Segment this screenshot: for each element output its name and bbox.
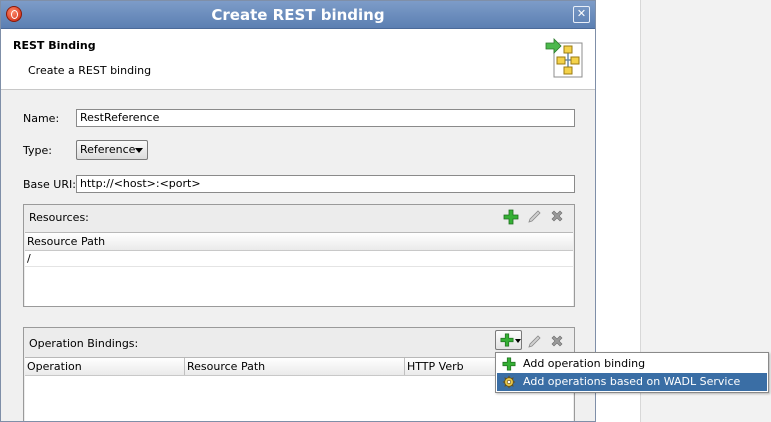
delete-operation-icon[interactable]: [549, 334, 565, 350]
name-field[interactable]: RestReference: [76, 109, 575, 127]
column-resource-path[interactable]: Resource Path: [27, 235, 105, 248]
column-resource-path[interactable]: Resource Path: [187, 360, 265, 373]
column-http-verb[interactable]: HTTP Verb: [407, 360, 464, 373]
type-label: Type:: [23, 144, 52, 157]
type-select-value: Reference: [80, 143, 136, 156]
menu-item-label: Add operation binding: [523, 357, 646, 370]
resources-title: Resources:: [29, 211, 89, 224]
wadl-service-icon: [502, 375, 516, 389]
add-operation-dropdown-button[interactable]: [495, 330, 522, 350]
edit-operation-icon[interactable]: [526, 334, 542, 350]
resources-panel: Resources: Resource Path /: [23, 204, 575, 307]
column-divider: [404, 358, 405, 375]
dialog-header: REST Binding Create a REST binding: [1, 29, 595, 90]
column-operation[interactable]: Operation: [27, 360, 82, 373]
window-title: Create REST binding: [211, 6, 385, 24]
header-subtitle: Create a REST binding: [28, 64, 152, 77]
menu-item-add-operations-wadl[interactable]: Add operations based on WADL Service: [497, 373, 767, 391]
edit-resource-icon[interactable]: [526, 209, 542, 225]
rest-binding-icon: [545, 38, 583, 78]
resources-table: Resource Path /: [25, 232, 573, 306]
title-bar[interactable]: Create REST binding ✕: [1, 1, 595, 29]
close-button[interactable]: ✕: [573, 6, 590, 23]
operation-bindings-title: Operation Bindings:: [29, 337, 139, 350]
menu-item-add-operation-binding[interactable]: Add operation binding: [497, 355, 767, 373]
operation-bindings-panel: Operation Bindings: Operation Resource P…: [23, 327, 575, 421]
add-resource-icon[interactable]: [503, 209, 519, 225]
header-title: REST Binding: [13, 39, 96, 52]
chevron-down-icon: [515, 339, 521, 343]
base-uri-label: Base URI:: [23, 178, 76, 191]
type-select[interactable]: Reference: [76, 140, 148, 160]
resource-path-cell: /: [27, 252, 31, 265]
base-uri-field[interactable]: http://<host>:<port>: [76, 175, 575, 193]
add-operation-menu: Add operation binding Add operations bas…: [495, 352, 769, 393]
chevron-down-icon: [135, 148, 143, 153]
menu-item-label: Add operations based on WADL Service: [523, 375, 741, 388]
column-divider: [184, 358, 185, 375]
resources-table-header: Resource Path: [25, 233, 573, 251]
operations-table-header: Operation Resource Path HTTP Verb: [25, 358, 573, 376]
add-icon: [502, 357, 516, 371]
delete-resource-icon[interactable]: [549, 209, 565, 225]
operations-table: Operation Resource Path HTTP Verb: [25, 357, 573, 421]
add-icon: [500, 333, 514, 347]
table-row[interactable]: /: [25, 251, 573, 267]
name-label: Name:: [23, 112, 60, 125]
